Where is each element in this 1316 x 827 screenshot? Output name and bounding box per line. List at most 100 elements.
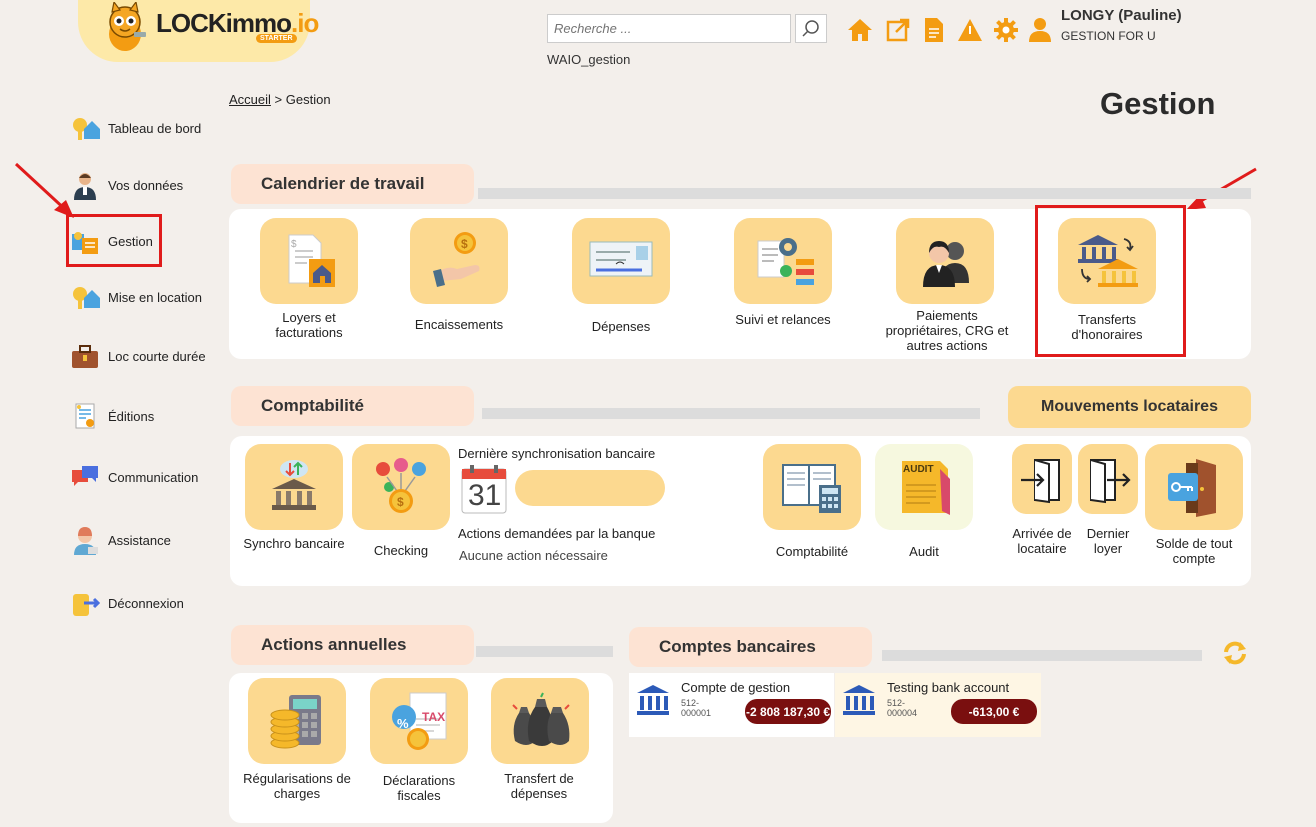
breadcrumb: Accueil > Gestion xyxy=(229,92,331,107)
cheque-icon xyxy=(572,218,670,304)
audit-badge: AUDIT xyxy=(903,464,934,475)
search-input[interactable] xyxy=(547,14,791,43)
gear-icon[interactable] xyxy=(992,16,1020,44)
svg-text:$: $ xyxy=(461,237,468,251)
tile-transferts[interactable] xyxy=(1058,218,1156,304)
tile-label-comptabilite: Comptabilité xyxy=(775,544,849,559)
section-header-actions-annuelles: Actions annuelles xyxy=(231,625,474,665)
section-header-comptes-bancaires: Comptes bancaires xyxy=(629,627,872,667)
sidebar-item-label: Éditions xyxy=(108,408,155,424)
tile-label-encaissements: Encaissements xyxy=(414,317,504,332)
sidebar-item-label: Loc courte durée xyxy=(108,348,206,364)
tile-label-transfert-depenses: Transfert de dépenses xyxy=(504,771,574,801)
chat-icon xyxy=(70,462,100,492)
tax-badge: TAX xyxy=(422,710,446,724)
search-button[interactable] xyxy=(795,14,827,43)
followup-icon xyxy=(734,218,832,304)
sidebar-item-label: Mise en location xyxy=(108,289,202,305)
page-title: Gestion xyxy=(1100,86,1216,121)
tile-checking[interactable]: $ xyxy=(352,444,450,530)
bank-account-card[interactable]: Compte de gestion 512- 000001 -2 808 187,… xyxy=(629,673,834,737)
bank-account-balance: -2 808 187,30 € xyxy=(745,699,831,724)
tile-label-declarations: Déclarations fiscales xyxy=(382,773,456,803)
calendar-icon: 31 xyxy=(460,463,508,515)
logout-icon xyxy=(70,588,100,618)
money-bags-icon xyxy=(491,678,589,764)
bank-transfer-icon xyxy=(1058,218,1156,304)
section-divider xyxy=(478,188,1251,199)
tile-suivi[interactable] xyxy=(734,218,832,304)
dashboard-icon xyxy=(70,113,100,143)
bank-sync-icon xyxy=(245,444,343,530)
tile-label-solde: Solde de tout compte xyxy=(1155,536,1233,566)
tile-label-dernier-loyer: Dernier loyer xyxy=(1086,526,1130,556)
bank-icon xyxy=(637,685,669,715)
suitcase-icon xyxy=(70,341,100,371)
rental-icon xyxy=(70,282,100,312)
sidebar-item-label: Assistance xyxy=(108,532,171,548)
tile-regularisations[interactable] xyxy=(248,678,346,764)
breadcrumb-home-link[interactable]: Accueil xyxy=(229,92,271,107)
sidebar-item-gestion[interactable]: Gestion xyxy=(70,225,220,257)
bank-account-number: 512- 000004 xyxy=(887,698,918,719)
owners-icon xyxy=(896,218,994,304)
support-icon xyxy=(70,525,100,555)
door-enter-icon xyxy=(1021,459,1060,504)
bank-actions-value: Aucune action nécessaire xyxy=(459,548,608,563)
alert-icon[interactable] xyxy=(956,16,984,44)
tile-encaissements[interactable]: $ xyxy=(410,218,508,304)
search-icon xyxy=(802,19,819,37)
user-name[interactable]: LONGY (Pauline) xyxy=(1061,7,1182,24)
bank-account-balance: -613,00 € xyxy=(951,699,1037,724)
tile-comptabilite[interactable] xyxy=(763,444,861,530)
cat-mascot-icon xyxy=(109,2,146,51)
logo-badge: STARTER xyxy=(256,34,297,43)
percent-badge: % xyxy=(397,716,409,731)
tile-synchro[interactable] xyxy=(245,444,343,530)
tile-solde[interactable] xyxy=(1145,444,1243,530)
section-divider xyxy=(476,646,613,657)
tile-declarations[interactable]: TAX % xyxy=(370,678,468,764)
search-context: WAIO_gestion xyxy=(547,52,631,67)
audit-folder-icon xyxy=(875,444,973,530)
sidebar-item-label: Communication xyxy=(108,469,199,485)
sidebar-item-assistance[interactable]: Assistance xyxy=(70,524,220,556)
invoice-house-icon: $ xyxy=(260,218,358,304)
refresh-icon xyxy=(1224,641,1246,665)
section-divider xyxy=(882,650,1202,661)
tile-audit[interactable]: AUDIT xyxy=(875,444,973,530)
tile-paiements[interactable] xyxy=(896,218,994,304)
sidebar-item-communication[interactable]: Communication xyxy=(70,461,220,493)
section-divider xyxy=(482,408,980,419)
tile-loyers[interactable]: $ xyxy=(260,218,358,304)
tile-label-arrivee: Arrivée de locataire xyxy=(1012,526,1072,556)
tile-transfert-depenses[interactable] xyxy=(491,678,589,764)
sidebar-item-vos-donnees[interactable]: Vos données xyxy=(70,169,220,201)
user-icon[interactable] xyxy=(1026,16,1054,44)
tile-depenses[interactable] xyxy=(572,218,670,304)
refresh-button[interactable] xyxy=(1222,640,1248,666)
home-icon[interactable] xyxy=(846,16,874,44)
tile-label-transferts: Transferts d'honoraires xyxy=(1071,312,1143,342)
sidebar-item-editions[interactable]: Éditions xyxy=(70,400,220,432)
section-header-comptabilite: Comptabilité xyxy=(231,386,474,426)
sidebar-item-loc-courte-duree[interactable]: Loc courte durée xyxy=(70,340,220,372)
tile-arrivee[interactable] xyxy=(1012,444,1072,514)
tile-label-paiements: Paiements propriétaires, CRG et autres a… xyxy=(885,308,1009,353)
calendar-day: 31 xyxy=(468,479,502,512)
external-link-icon[interactable] xyxy=(884,16,912,44)
sidebar-item-label: Tableau de bord xyxy=(108,120,202,136)
tile-label-suivi: Suivi et relances xyxy=(735,312,831,327)
sidebar-item-mise-en-location[interactable]: Mise en location xyxy=(70,281,220,313)
bank-account-card[interactable]: Testing bank account 512- 000004 -613,00 … xyxy=(835,673,1041,737)
tile-label-regularisations: Régularisations de charges xyxy=(243,771,351,801)
sidebar-item-deconnexion[interactable]: Déconnexion xyxy=(70,587,220,619)
sidebar-item-tableau-de-bord[interactable]: Tableau de bord xyxy=(70,112,220,144)
tile-label-checking: Checking xyxy=(373,543,429,558)
annotation-arrow-left-icon xyxy=(14,162,74,218)
section-header-calendrier: Calendrier de travail xyxy=(231,164,474,204)
calculator-coins-icon xyxy=(248,678,346,764)
tile-dernier-loyer[interactable] xyxy=(1078,444,1138,514)
document-icon[interactable] xyxy=(920,16,948,44)
sidebar-item-label: Vos données xyxy=(108,177,184,193)
